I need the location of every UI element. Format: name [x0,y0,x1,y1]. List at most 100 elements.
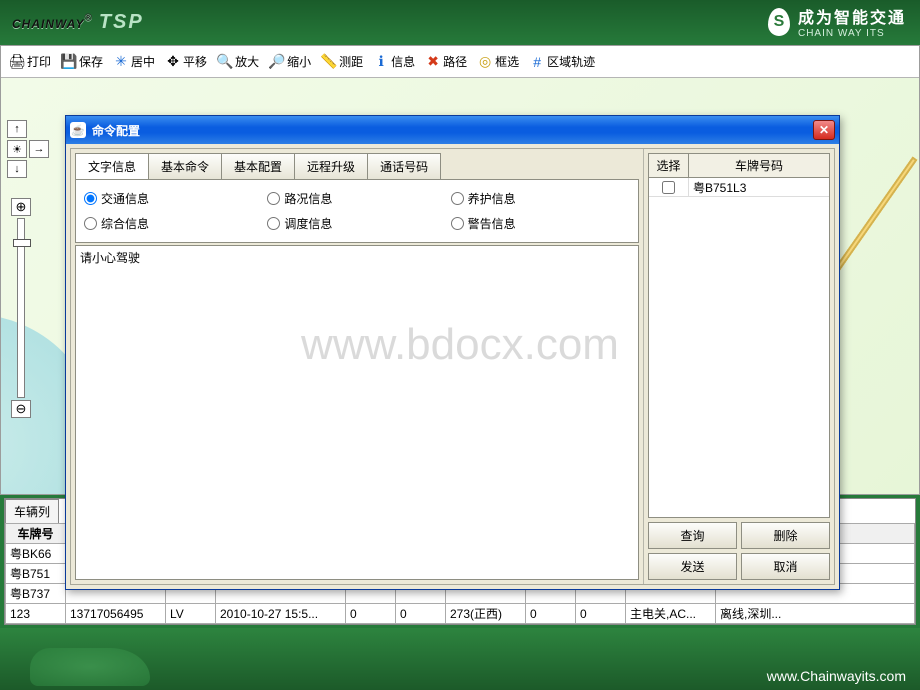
dialog-buttons: 查询 删除 发送 取消 [648,522,830,580]
zoomin-button[interactable]: 🔍放大 [213,51,263,72]
query-button[interactable]: 查询 [648,522,737,549]
table-cell: 粤BK66 [6,544,66,564]
zoomout-button[interactable]: 🔎缩小 [265,51,315,72]
radio-dispatch-input[interactable] [267,217,280,230]
table-cell: 273(正西) [446,604,526,624]
col-plate[interactable]: 车牌号 [6,524,66,544]
table-cell: 13717056495 [66,604,166,624]
info-type-radios: 交通信息 路况信息 养护信息 综合信息 调度信息 警告信息 [75,179,639,243]
product-name: TSP [99,11,144,34]
tab-basic-cmd[interactable]: 基本命令 [148,153,222,179]
zoom-handle[interactable] [13,239,31,247]
printer-icon: 🖨 [9,54,25,70]
its-logo-icon: S [768,8,790,36]
vehicle-list-body: 粤B751L3 [648,178,830,518]
radio-traffic-input[interactable] [84,192,97,205]
radio-road-input[interactable] [267,192,280,205]
zoom-minus-button[interactable]: ⊖ [11,400,31,418]
its-cn: 成为智能交通 [798,4,906,28]
zoomout-icon: 🔎 [269,54,285,70]
vehicle-row[interactable]: 粤B751L3 [649,178,829,197]
header-right: S 成为智能交通 CHAIN WAY ITS [768,4,906,39]
table-cell: 0 [396,604,446,624]
col-select[interactable]: 选择 [648,153,688,178]
radio-warning-input[interactable] [451,217,464,230]
dialog-title-text: 命令配置 [92,122,140,139]
dialog-left-pane: 文字信息 基本命令 基本配置 远程升级 通话号码 交通信息 路况信息 养护信息 … [71,149,644,584]
save-button[interactable]: 💾保存 [57,51,107,72]
close-button[interactable]: ✕ [813,120,835,140]
tab-basic-cfg[interactable]: 基本配置 [221,153,295,179]
info-icon: ℹ [373,54,389,70]
vehicle-checkbox[interactable] [662,181,675,194]
radio-warning[interactable]: 警告信息 [449,211,632,236]
its-text: 成为智能交通 CHAIN WAY ITS [798,4,906,39]
send-button[interactable]: 发送 [648,553,737,580]
brand-text: CHAINWAY [12,17,84,31]
dialog-right-pane: 选择 车牌号码 粤B751L3 查询 删除 发送 取消 [644,149,834,584]
footer-link[interactable]: www.Chainwayits.com [767,668,906,684]
center-button[interactable]: ✳居中 [109,51,159,72]
message-textarea[interactable]: 请小心驾驶 [75,245,639,580]
zoom-slider[interactable] [17,218,25,398]
reg-symbol: ® [84,12,92,23]
table-cell: 离线,深圳... [716,604,915,624]
areatrack-button[interactable]: #区域轨迹 [525,51,599,72]
dialog-body: 文字信息 基本命令 基本配置 远程升级 通话号码 交通信息 路况信息 养护信息 … [70,148,835,585]
pan-up-button[interactable]: ↑ [7,120,27,138]
pan-down-button[interactable]: ↓ [7,160,27,178]
table-cell: 0 [576,604,626,624]
pan-left-button[interactable]: ☀ [7,140,27,158]
radio-maintain[interactable]: 养护信息 [449,186,632,211]
ruler-icon: 📏 [321,54,337,70]
table-cell: 粤B751 [6,564,66,584]
footer: www.Chainwayits.com [0,628,920,690]
pan-right-button[interactable]: → [29,140,49,158]
print-button[interactable]: 🖨打印 [5,51,55,72]
car-silhouette-icon [30,648,150,686]
radio-traffic[interactable]: 交通信息 [82,186,265,211]
grid-icon: # [529,54,545,70]
table-cell: 0 [346,604,396,624]
center-icon: ✳ [113,54,129,70]
command-config-dialog: ☕ 命令配置 ✕ 文字信息 基本命令 基本配置 远程升级 通话号码 交通信息 路… [65,115,840,590]
table-cell: LV [166,604,216,624]
cancel-button[interactable]: 取消 [741,553,830,580]
radio-dispatch[interactable]: 调度信息 [265,211,448,236]
delete-button[interactable]: 删除 [741,522,830,549]
boxselect-icon: ◎ [477,54,493,70]
pan-icon: ✥ [165,54,181,70]
pan-button[interactable]: ✥平移 [161,51,211,72]
brand-logo: CHAINWAY® [12,11,93,34]
its-en: CHAIN WAY ITS [798,28,906,39]
vehicle-plate-cell: 粤B751L3 [689,178,829,197]
table-row[interactable]: 12313717056495LV2010-10-27 15:5...00273(… [6,604,915,624]
measure-button[interactable]: 📏测距 [317,51,367,72]
pan-controls: ↑ ☀→ ↓ [7,120,51,180]
route-icon: ✖ [425,54,441,70]
info-button[interactable]: ℹ信息 [369,51,419,72]
zoom-plus-button[interactable]: ⊕ [11,198,31,216]
table-cell: 2010-10-27 15:5... [216,604,346,624]
tab-text-info[interactable]: 文字信息 [75,153,149,179]
radio-general-input[interactable] [84,217,97,230]
radio-general[interactable]: 综合信息 [82,211,265,236]
dialog-titlebar[interactable]: ☕ 命令配置 ✕ [66,116,839,144]
tab-remote-upgrade[interactable]: 远程升级 [294,153,368,179]
col-plateno[interactable]: 车牌号码 [688,153,830,178]
app-header: CHAINWAY® TSP S 成为智能交通 CHAIN WAY ITS [0,0,920,45]
save-icon: 💾 [61,54,77,70]
tab-call-number[interactable]: 通话号码 [367,153,441,179]
java-icon: ☕ [70,122,86,138]
table-cell: 主电关,AC... [626,604,716,624]
boxselect-button[interactable]: ◎框选 [473,51,523,72]
grid-tab[interactable]: 车辆列 [5,499,59,523]
radio-road[interactable]: 路况信息 [265,186,448,211]
radio-maintain-input[interactable] [451,192,464,205]
route-button[interactable]: ✖路径 [421,51,471,72]
dialog-tabs: 文字信息 基本命令 基本配置 远程升级 通话号码 [71,149,643,179]
zoomin-icon: 🔍 [217,54,233,70]
table-cell: 123 [6,604,66,624]
map-toolbar: 🖨打印 💾保存 ✳居中 ✥平移 🔍放大 🔎缩小 📏测距 ℹ信息 ✖路径 ◎框选 … [1,46,919,78]
vehicle-list-header: 选择 车牌号码 [648,153,830,178]
